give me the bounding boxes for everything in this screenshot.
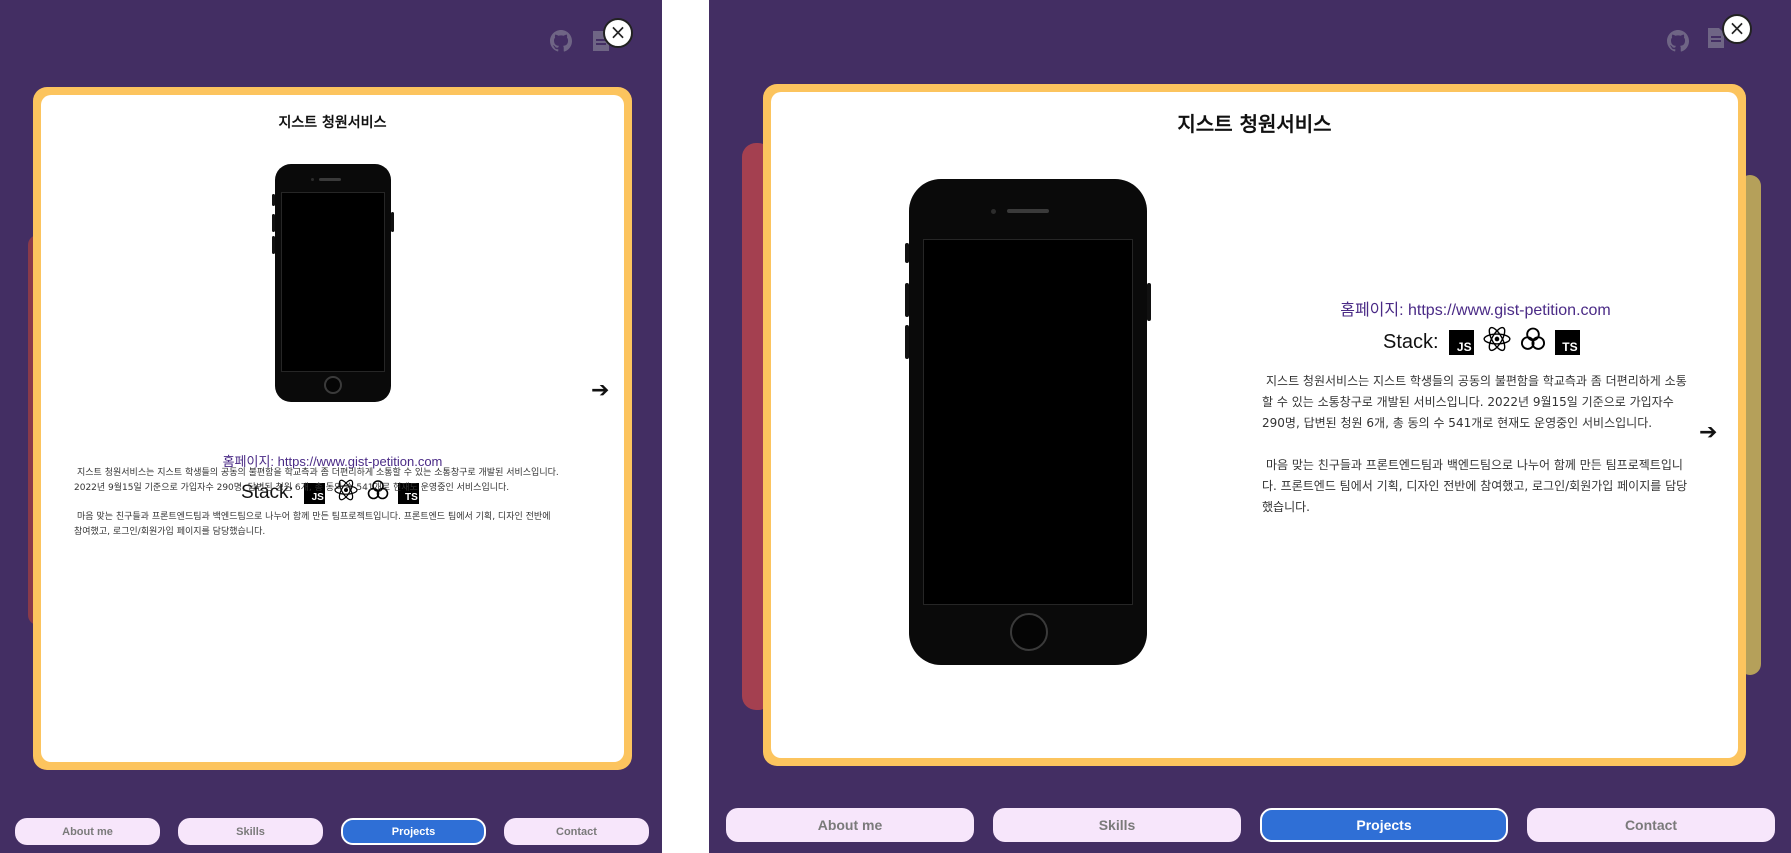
project-card: 지스트 청원서비스 홈페이지: https://www.gist-petitio…: [771, 92, 1738, 758]
nav-contact[interactable]: Contact: [1527, 808, 1775, 842]
close-button[interactable]: ×: [1722, 14, 1752, 44]
stack-row: Stack: JS TS: [1383, 326, 1580, 358]
portfolio-window-wide: × 지스트 청원서비스 홈페이지: https://www.gist-petit…: [709, 0, 1791, 853]
project-description: 지스트 청원서비스는 지스트 학생들의 공동의 불편함을 학교측과 좀 더편리하…: [1262, 371, 1689, 518]
phone-mockup: [905, 179, 1151, 665]
description-paragraph-1: 지스트 청원서비스는 지스트 학생들의 공동의 불편함을 학교측과 좀 더편리하…: [1262, 374, 1687, 430]
project-title: 지스트 청원서비스: [278, 115, 387, 131]
stack-label: Stack:: [1383, 330, 1439, 353]
github-icon[interactable]: [1665, 28, 1691, 54]
typescript-icon: TS: [1554, 329, 1580, 355]
github-icon[interactable]: [548, 28, 574, 54]
project-card: 지스트 청원서비스 홈페이지: https://www.gist-petitio…: [41, 95, 624, 762]
nav-skills[interactable]: Skills: [178, 818, 323, 845]
phone-mockup: [272, 164, 394, 402]
description-paragraph-2: 마음 맞는 친구들과 프론트엔드팀과 백엔드팀으로 나누어 함께 만든 팀프로젝…: [74, 512, 551, 537]
next-arrow-icon[interactable]: ➔: [1699, 420, 1717, 445]
close-button[interactable]: ×: [603, 18, 633, 48]
graphql-icon: [1519, 326, 1547, 358]
javascript-icon: JS: [1448, 329, 1474, 355]
project-description: 지스트 청원서비스는 지스트 학생들의 공동의 불편함을 학교측과 좀 더편리하…: [74, 466, 560, 540]
react-icon: [1483, 326, 1511, 358]
project-title: 지스트 청원서비스: [1177, 112, 1332, 136]
next-arrow-icon[interactable]: ➔: [591, 378, 609, 403]
nav-about-me[interactable]: About me: [726, 808, 974, 842]
nav-contact[interactable]: Contact: [504, 818, 649, 845]
nav-projects[interactable]: Projects: [341, 818, 486, 845]
nav-about-me[interactable]: About me: [15, 818, 160, 845]
portfolio-window-narrow: × 지스트 청원서비스 홈페이지: https://www.gist-petit…: [0, 0, 662, 853]
homepage-link[interactable]: 홈페이지: https://www.gist-petition.com: [1262, 296, 1689, 320]
bottom-nav: About me Skills Projects Contact: [726, 808, 1775, 842]
project-card-frame: 지스트 청원서비스 홈페이지: https://www.gist-petitio…: [763, 84, 1746, 766]
bottom-nav: About me Skills Projects Contact: [15, 818, 649, 845]
nav-skills[interactable]: Skills: [993, 808, 1241, 842]
nav-projects[interactable]: Projects: [1260, 808, 1508, 842]
description-paragraph-1: 지스트 청원서비스는 지스트 학생들의 공동의 불편함을 학교측과 좀 더편리하…: [74, 468, 559, 493]
description-paragraph-2: 마음 맞는 친구들과 프론트엔드팀과 백엔드팀으로 나누어 함께 만든 팀프로젝…: [1262, 458, 1688, 514]
project-card-frame: 지스트 청원서비스 홈페이지: https://www.gist-petitio…: [33, 87, 632, 770]
